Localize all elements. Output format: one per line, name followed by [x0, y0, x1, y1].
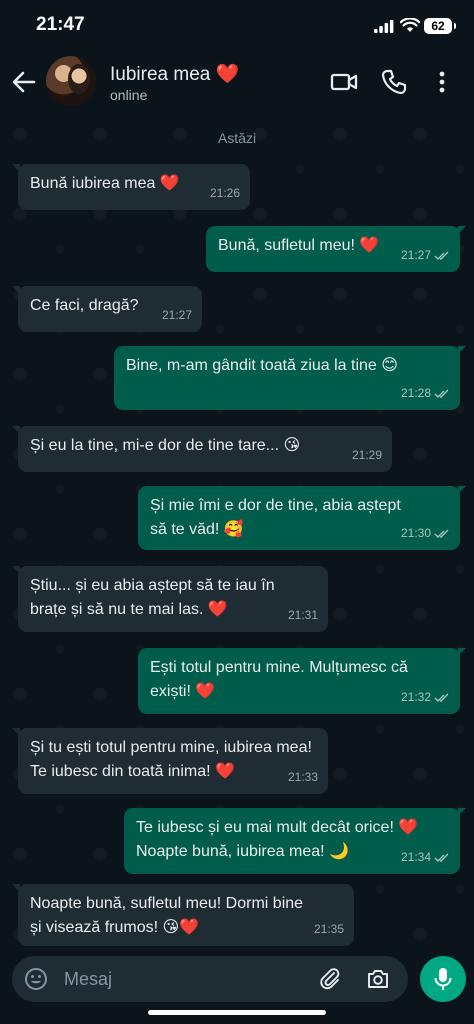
message-time: 21:29: [351, 448, 382, 462]
message-time: 21:30: [400, 526, 431, 540]
message-incoming[interactable]: Ce faci, dragă? 21:27: [12, 286, 202, 332]
chat-area[interactable]: Astăzi Bună iubirea mea ❤️ 21:26 Bună, s…: [0, 114, 474, 950]
camera-icon[interactable]: [366, 968, 390, 990]
message-text: Știu... și eu abia aștept să te iau în b…: [30, 577, 275, 618]
message-outgoing[interactable]: Bună, sufletul meu! ❤️ 21:27: [206, 226, 466, 272]
contact-name[interactable]: Iubirea mea ❤️: [110, 62, 239, 86]
back-arrow-icon[interactable]: [10, 68, 38, 96]
message-input-field[interactable]: Mesaj: [12, 956, 408, 1002]
microphone-icon: [434, 968, 452, 990]
message-time: 21:31: [287, 608, 318, 622]
more-options-icon[interactable]: [432, 68, 452, 96]
message-outgoing[interactable]: Bine, m-am gândit toată ziua la tine 😊 2…: [114, 346, 466, 410]
battery-indicator: 62: [424, 18, 456, 34]
emoji-icon[interactable]: [24, 967, 48, 991]
double-check-icon: [434, 853, 449, 862]
message-time: 21:27: [161, 308, 192, 322]
cellular-signal-icon: [374, 20, 394, 33]
message-time: 21:27: [400, 248, 431, 262]
home-indicator[interactable]: [148, 1010, 326, 1015]
double-check-icon: [434, 529, 449, 538]
message-time: 21:35: [313, 922, 344, 936]
voice-call-icon[interactable]: [380, 68, 408, 96]
date-separator: Astăzi: [217, 130, 257, 146]
message-incoming[interactable]: Și tu ești totul pentru mine, iubirea me…: [12, 728, 328, 794]
message-placeholder: Mesaj: [64, 969, 113, 989]
message-time: 21:33: [287, 770, 318, 784]
message-text: Noapte bună, sufletul meu! Dormi bine și…: [30, 895, 304, 936]
message-incoming[interactable]: Știu... și eu abia aștept să te iau în b…: [12, 566, 328, 632]
message-time: 21:32: [400, 690, 431, 704]
message-outgoing[interactable]: Ești totul pentru mine. Mulțumesc că exi…: [138, 648, 466, 714]
double-check-icon: [434, 693, 449, 702]
message-text: Și eu la tine, mi-e dor de tine tare... …: [30, 437, 301, 454]
message-time: 21:34: [400, 850, 431, 864]
wifi-icon: [400, 18, 420, 32]
message-incoming[interactable]: Bună iubirea mea ❤️ 21:26: [12, 164, 250, 210]
double-check-icon: [434, 389, 449, 398]
status-time: 21:47: [36, 14, 85, 35]
double-check-icon: [434, 251, 449, 260]
voice-message-button[interactable]: [420, 956, 466, 1002]
message-text: Și tu ești totul pentru mine, iubirea me…: [30, 739, 312, 780]
message-incoming[interactable]: Noapte bună, sufletul meu! Dormi bine și…: [12, 884, 354, 946]
contact-avatar[interactable]: [46, 56, 96, 106]
message-time: 21:26: [209, 186, 240, 200]
status-bar: 21:47 62: [0, 0, 474, 52]
message-outgoing[interactable]: Te iubesc și eu mai mult decât orice! ❤️…: [124, 808, 466, 874]
message-time: 21:28: [400, 386, 431, 400]
message-text: Bine, m-am gândit toată ziua la tine 😊: [126, 357, 398, 374]
attach-icon[interactable]: [318, 967, 342, 991]
message-outgoing[interactable]: Și mie îmi e dor de tine, abia aștept să…: [138, 486, 466, 550]
video-call-icon[interactable]: [330, 68, 358, 96]
contact-status: online: [110, 87, 148, 103]
message-incoming[interactable]: Și eu la tine, mi-e dor de tine tare... …: [12, 426, 392, 472]
chat-header: Iubirea mea ❤️ online: [0, 52, 474, 114]
